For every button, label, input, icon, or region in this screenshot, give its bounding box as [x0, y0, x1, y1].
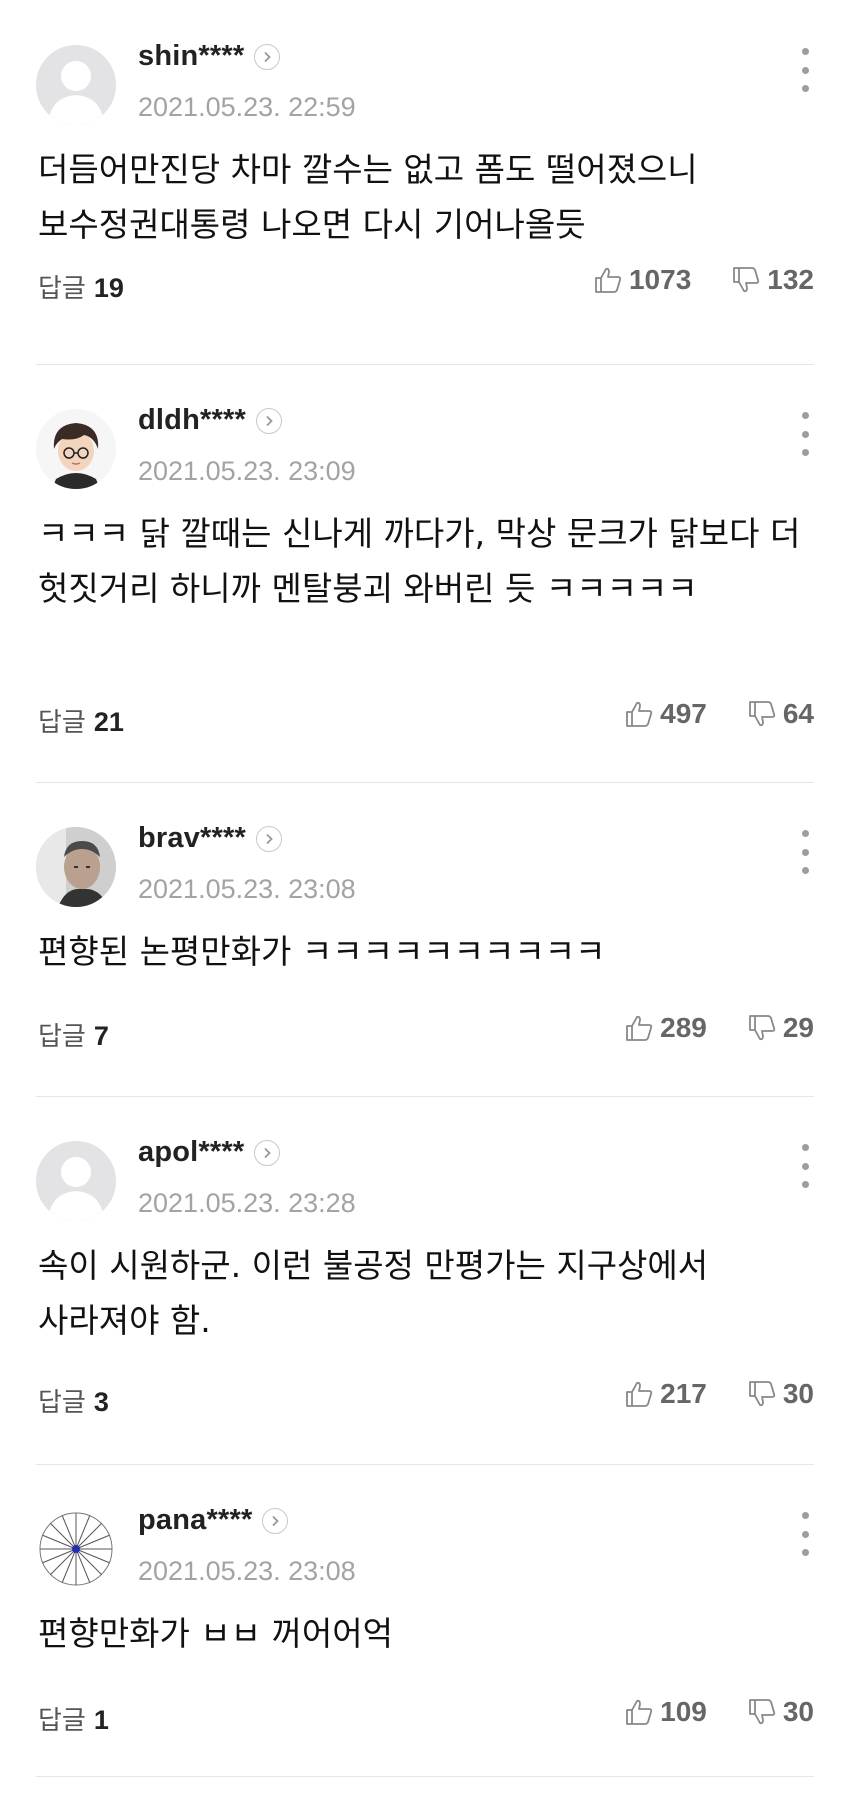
like-count: 289 — [660, 1012, 707, 1043]
reply-label: 답글 — [38, 708, 86, 738]
comment-item: dldh**** 2021.05.23. 23:09 ㅋㅋㅋ 닭 깔때는 신나게… — [0, 364, 850, 783]
chevron-right-icon[interactable] — [254, 43, 281, 70]
avatar[interactable] — [36, 1509, 116, 1589]
timestamp: 2021.05.23. 23:28 — [138, 1188, 356, 1218]
like-count: 217 — [660, 1378, 707, 1409]
dislike-count: 64 — [782, 698, 814, 729]
reply-label: 답글 — [38, 1706, 86, 1736]
vote-group: 109 30 — [624, 1696, 814, 1728]
chevron-right-icon[interactable] — [262, 1507, 289, 1534]
thumbs-down-icon — [748, 1015, 775, 1041]
like-count: 1073 — [628, 264, 692, 295]
cartoon-boy-icon — [36, 409, 116, 489]
default-user-icon — [36, 1141, 116, 1221]
dislike-count: 30 — [782, 1696, 814, 1727]
reply-button[interactable]: 답글 19 — [38, 268, 124, 305]
more-options-icon[interactable] — [790, 412, 820, 456]
dislike-count: 132 — [767, 264, 814, 295]
thumbs-up-icon — [626, 1699, 653, 1725]
reply-button[interactable]: 답글 7 — [38, 1016, 109, 1053]
more-options-icon[interactable] — [790, 48, 820, 92]
thumbs-down-icon — [748, 701, 775, 727]
photo-portrait-icon — [36, 827, 116, 907]
default-user-icon — [36, 45, 116, 125]
dislike-button[interactable]: 30 — [747, 1696, 814, 1728]
avatar[interactable] — [36, 1141, 116, 1221]
reply-label: 답글 — [38, 274, 86, 304]
reply-label: 답글 — [38, 1388, 86, 1418]
comment-item: apol**** 2021.05.23. 23:28 속이 시원하군. 이런 불… — [0, 1096, 850, 1465]
reply-label: 답글 — [38, 1022, 86, 1052]
username[interactable]: pana**** — [138, 1504, 252, 1537]
more-options-icon[interactable] — [790, 1144, 820, 1188]
username[interactable]: shin**** — [138, 40, 244, 73]
dislike-count: 30 — [782, 1378, 814, 1409]
thumbs-up-icon — [626, 1015, 653, 1041]
comment-body: 편향된 논평만화가 ㅋㅋㅋㅋㅋㅋㅋㅋㅋㅋ — [38, 932, 606, 971]
comment-item: shin**** 2021.05.23. 22:59 더듬어만진당 차마 깔수는… — [0, 0, 850, 365]
like-button[interactable]: 217 — [624, 1378, 707, 1410]
dislike-button[interactable]: 132 — [731, 264, 814, 296]
dislike-count: 29 — [782, 1012, 814, 1043]
vote-group: 1073 132 — [593, 264, 814, 296]
comment-body: 편향만화가 ㅂㅂ 꺼어어억 — [38, 1614, 393, 1653]
vote-group: 289 29 — [624, 1012, 814, 1044]
avatar[interactable] — [36, 45, 116, 125]
thumbs-down-icon — [748, 1699, 775, 1725]
thumbs-down-icon — [733, 267, 760, 293]
more-options-icon[interactable] — [790, 1512, 820, 1556]
reply-button[interactable]: 답글 21 — [38, 702, 124, 739]
dislike-button[interactable]: 29 — [747, 1012, 814, 1044]
timestamp: 2021.05.23. 23:09 — [138, 456, 356, 486]
like-button[interactable]: 1073 — [593, 264, 691, 296]
reply-count: 21 — [93, 707, 124, 737]
username[interactable]: dldh**** — [138, 404, 246, 437]
radial-star-icon — [36, 1509, 116, 1589]
chevron-right-icon[interactable] — [254, 1139, 281, 1166]
thumbs-up-icon — [626, 701, 653, 727]
thumbs-up-icon — [626, 1381, 653, 1407]
like-count: 497 — [660, 698, 707, 729]
thumbs-down-icon — [748, 1381, 775, 1407]
thumbs-up-icon — [595, 267, 622, 293]
like-count: 109 — [660, 1696, 707, 1727]
reply-count: 19 — [93, 273, 124, 303]
avatar[interactable] — [36, 827, 116, 907]
reply-button[interactable]: 답글 3 — [38, 1382, 109, 1419]
timestamp: 2021.05.23. 22:59 — [138, 92, 356, 122]
vote-group: 497 64 — [624, 698, 814, 730]
username[interactable]: brav**** — [138, 822, 246, 855]
comment-body: 더듬어만진당 차마 깔수는 없고 폼도 떨어졌으니 보수정권대통령 나오면 다시… — [38, 150, 698, 244]
reply-count: 7 — [93, 1021, 109, 1051]
timestamp: 2021.05.23. 23:08 — [138, 874, 356, 904]
like-button[interactable]: 497 — [624, 698, 707, 730]
comment-body: ㅋㅋㅋ 닭 깔때는 신나게 까다가, 막상 문크가 닭보다 더 헛짓거리 하니까… — [38, 514, 801, 608]
more-options-icon[interactable] — [790, 830, 820, 874]
vote-group: 217 30 — [624, 1378, 814, 1410]
avatar[interactable] — [36, 409, 116, 489]
reply-button[interactable]: 답글 1 — [38, 1700, 109, 1737]
reply-count: 1 — [93, 1705, 109, 1735]
timestamp: 2021.05.23. 23:08 — [138, 1556, 356, 1586]
divider — [36, 1776, 814, 1777]
like-button[interactable]: 289 — [624, 1012, 707, 1044]
chevron-right-icon[interactable] — [255, 407, 282, 434]
comment-body: 속이 시원하군. 이런 불공정 만평가는 지구상에서 사라져야 함. — [38, 1246, 709, 1340]
reply-count: 3 — [93, 1387, 109, 1417]
like-button[interactable]: 109 — [624, 1696, 707, 1728]
chevron-right-icon[interactable] — [256, 825, 282, 852]
dislike-button[interactable]: 64 — [747, 698, 814, 730]
username[interactable]: apol**** — [138, 1136, 244, 1169]
dislike-button[interactable]: 30 — [747, 1378, 814, 1410]
comment-item: pana**** 2021.05.23. 23:08 편향만화가 ㅂㅂ 꺼어어억… — [0, 1464, 850, 1797]
comment-item: brav**** 2021.05.23. 23:08 편향된 논평만화가 ㅋㅋㅋ… — [0, 782, 850, 1097]
